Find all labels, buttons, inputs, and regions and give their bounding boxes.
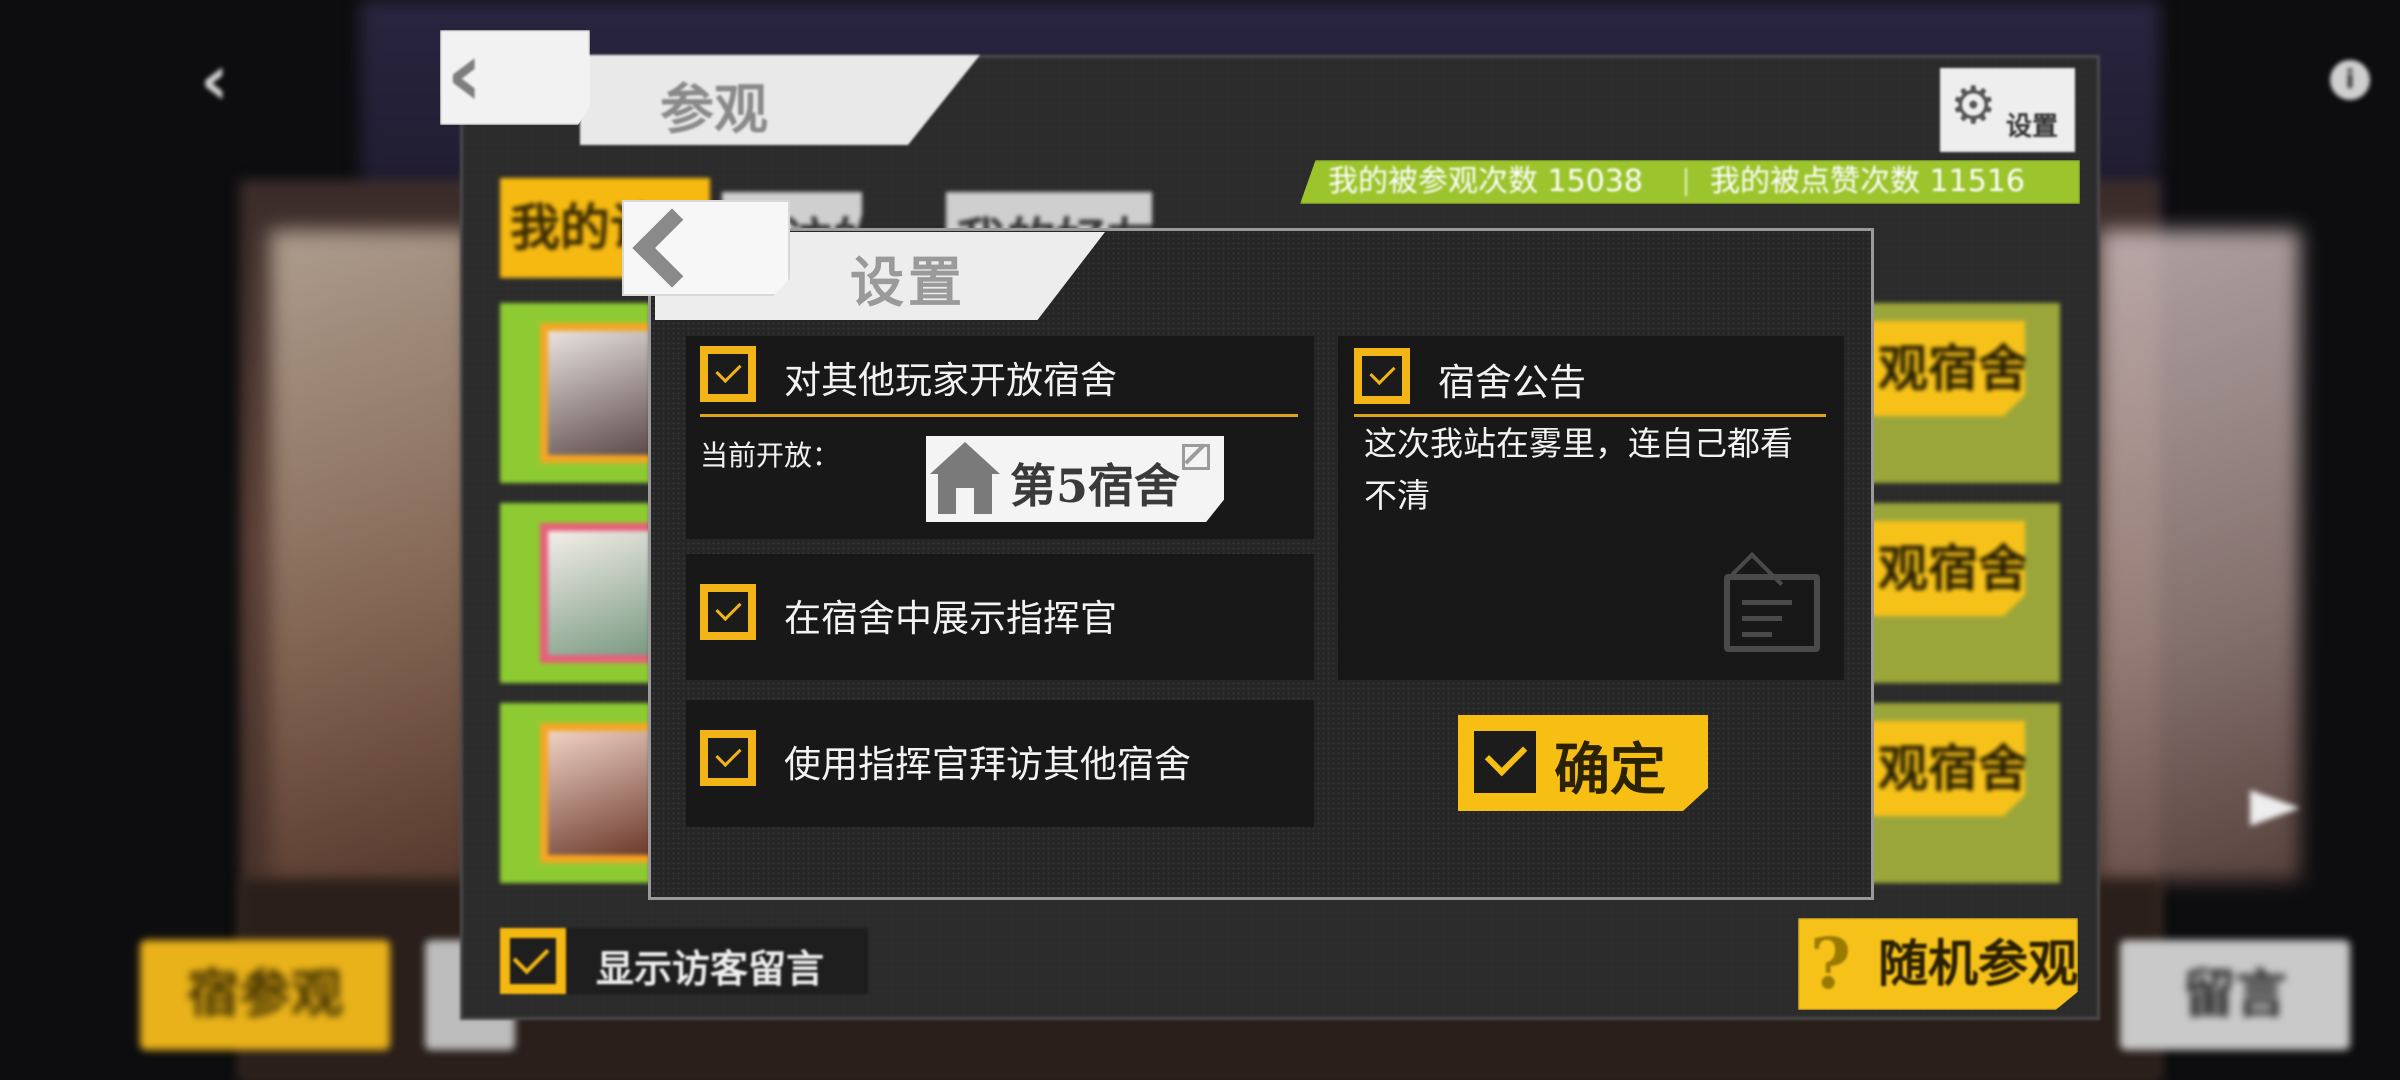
background-arrow-icon: [2250, 790, 2300, 826]
open-dorm-label: 对其他玩家开放宿舍: [784, 359, 1117, 402]
background-poster-left: [270, 230, 470, 880]
dorm-notice-label: 宿舍公告: [1438, 361, 1586, 404]
liked-count: 11516: [1929, 164, 2025, 199]
edit-icon: [1182, 444, 1210, 470]
current-dorm-name: 第5宿舍: [1010, 459, 1181, 513]
dorm-notice-checkbox[interactable]: [1354, 348, 1410, 404]
confirm-label: 确定: [1554, 737, 1666, 803]
visit-settings-button: ⚙ 设置: [1940, 68, 2075, 152]
use-commander-label: 使用指挥官拜访其他宿舍: [784, 743, 1191, 786]
dorm-notice-text[interactable]: 这次我站在雾里，连自己都看不清: [1364, 418, 1824, 522]
visit-title-strip: [580, 55, 980, 145]
chevron-left-icon: [632, 208, 712, 288]
background-message-button: 留言: [2120, 940, 2350, 1050]
checkbox-icon: [500, 928, 566, 994]
dorm-notice-divider: [1354, 414, 1826, 417]
liked-stat: 我的被点赞次数 11516: [1710, 160, 2025, 204]
question-icon: ?: [1810, 922, 1852, 1005]
gear-icon: ⚙: [1950, 76, 1997, 136]
visit-dorm-button: 观宿舍: [1870, 321, 2025, 416]
visit-dorm-button: 观宿舍: [1870, 521, 2025, 616]
visited-count: 15038: [1547, 164, 1643, 199]
visit-dorm-button: 观宿舍: [1870, 721, 2025, 816]
background-poster-right: [2100, 230, 2300, 880]
show-commander-label: 在宿舍中展示指挥官: [784, 597, 1117, 640]
visit-panel-header: 参观: [460, 55, 2100, 145]
avatar: [548, 531, 650, 655]
show-commander-checkbox[interactable]: [700, 584, 756, 640]
show-messages-label: 显示访客留言: [596, 947, 825, 991]
confirm-button[interactable]: 确定: [1458, 715, 1708, 811]
visit-title: 参观: [660, 78, 768, 141]
visit-settings-label: 设置: [2006, 112, 2059, 142]
random-visit-label: 随机参观: [1878, 934, 2078, 993]
background-back-icon: ‹: [200, 39, 229, 121]
open-dorm-divider: [700, 414, 1298, 417]
visited-stat: 我的被参观次数 15038: [1328, 160, 1643, 204]
liked-label: 我的被点赞次数: [1710, 164, 1920, 199]
stats-divider: [1685, 168, 1687, 196]
use-commander-checkbox[interactable]: [700, 730, 756, 786]
visited-label: 我的被参观次数: [1328, 164, 1538, 199]
random-visit-button: ? 随机参观: [1798, 918, 2078, 1010]
checkmark-icon: [1474, 731, 1536, 793]
avatar: [548, 331, 650, 455]
current-dorm-selector[interactable]: 第5宿舍: [926, 436, 1224, 522]
show-messages-toggle: 显示访客留言: [500, 928, 868, 994]
dialog-back-button[interactable]: [622, 200, 790, 296]
open-dorm-checkbox[interactable]: [700, 346, 756, 402]
visit-back-button: ‹: [440, 30, 590, 125]
house-icon: [930, 442, 1000, 516]
background-dorm-visit-button: 宿参观: [140, 940, 390, 1050]
visit-stats-bar: 我的被参观次数 15038 我的被点赞次数 11516: [1300, 160, 2080, 204]
info-icon: i: [2330, 60, 2370, 100]
avatar: [548, 731, 650, 855]
dialog-title: 设置: [850, 251, 966, 314]
notice-board-icon: [1720, 548, 1824, 656]
current-open-label: 当前开放：: [700, 439, 841, 472]
